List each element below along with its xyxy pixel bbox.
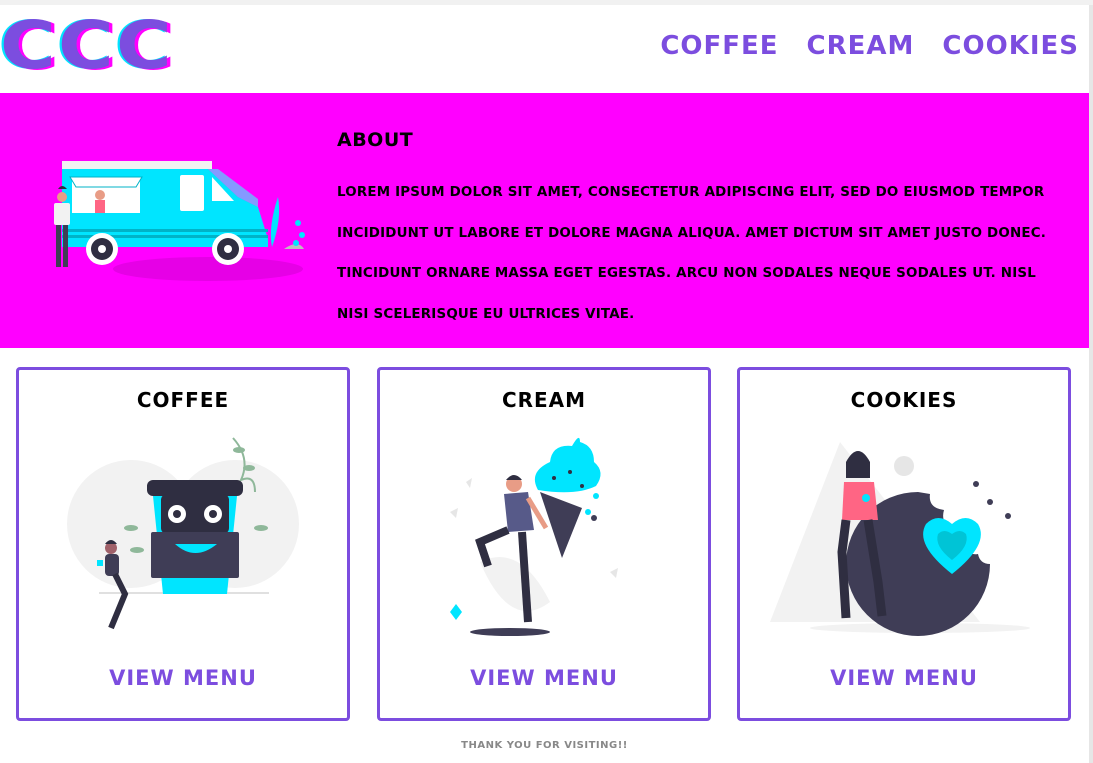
about-text: LOREM IPSUM DOLOR SIT AMET, CONSECTETUR … [337,185,1047,322]
logo[interactable]: CCC [0,13,174,79]
about-section: ABOUT LOREM IPSUM DOLOR SIT AMET, CONSEC… [0,93,1089,348]
view-menu-link[interactable]: VIEW MENU [380,666,708,690]
cookie-illustration [770,442,1030,636]
about-title: ABOUT [337,129,414,151]
coffee-cup-illustration [67,437,299,630]
card-title: CREAM [501,388,587,412]
card-cookies: COOKIES VIEW MENU [737,367,1071,721]
view-menu-link[interactable]: VIEW MENU [19,666,347,690]
card-cream: CREAM VIEW MENU [377,367,711,721]
nav-link-coffee[interactable]: COFFEE [660,31,778,61]
scrollbar[interactable] [1089,5,1093,763]
card-coffee: COFFEE VIEW MENU [16,367,350,721]
main-nav: COFFEE CREAM COOKIES [660,31,1079,61]
card-title: COFFEE [136,388,230,412]
footer-text: THANK YOU FOR VISITING!! [461,740,628,751]
view-menu-link[interactable]: VIEW MENU [740,666,1068,690]
card-title: COOKIES [850,388,958,412]
header: CCC COFFEE CREAM COOKIES [0,5,1089,93]
ice-cream-illustration [450,437,618,636]
food-truck-illustration [54,161,305,281]
page: CCC COFFEE CREAM COOKIES ABOUT LOREM IPS… [0,5,1089,763]
nav-link-cream[interactable]: CREAM [807,31,915,61]
nav-link-cookies[interactable]: COOKIES [942,31,1079,61]
